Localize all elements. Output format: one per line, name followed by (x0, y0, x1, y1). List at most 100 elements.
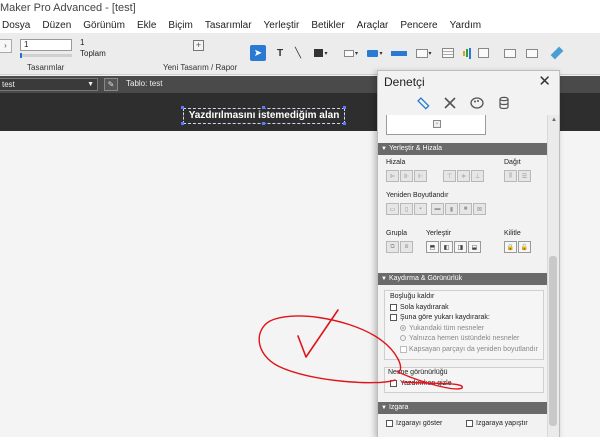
align-left-icon[interactable]: ⊫ (386, 170, 399, 182)
hide-when-printing-checkbox[interactable] (390, 380, 397, 387)
distribute-buttons: ⫼ ☰ (504, 170, 531, 182)
field-tool-icon[interactable]: ▾ (340, 45, 362, 61)
disclosure-triangle-icon: ▼ (381, 405, 387, 411)
menu-arrange[interactable]: Yerleştir (258, 20, 306, 31)
menu-edit[interactable]: Düzen (36, 20, 77, 31)
align-buttons: ⊫ ⊪ ⊩ (386, 170, 427, 182)
selection-handle[interactable] (262, 106, 265, 109)
layout-selector[interactable]: test ▼ (0, 78, 98, 91)
snap-to-grid-checkbox[interactable] (466, 420, 473, 427)
menu-scripts[interactable]: Betikler (305, 20, 350, 31)
record-slider-thumb[interactable] (20, 53, 22, 58)
shape-tool-icon[interactable]: ▾ (310, 45, 332, 61)
lock-buttons: 🔒 🔓 (504, 241, 531, 253)
record-number-input[interactable]: 1 (20, 39, 72, 51)
portal-tool-icon[interactable] (440, 45, 456, 61)
scroll-up-arrow-icon[interactable]: ▲ (551, 117, 557, 123)
slide-up-checkbox[interactable] (390, 314, 397, 321)
pointer-tool-icon[interactable]: ➤ (250, 45, 266, 61)
menu-layouts[interactable]: Tasarımlar (199, 20, 258, 31)
format-painter-icon[interactable] (550, 45, 564, 61)
bring-forward-icon[interactable]: ◧ (440, 241, 453, 253)
distribute-horizontal-icon[interactable]: ⫼ (504, 170, 517, 182)
new-layout-icon[interactable]: + (193, 40, 204, 51)
web-viewer-tool-icon[interactable] (476, 45, 490, 61)
popover-tool-icon[interactable] (502, 45, 518, 61)
record-slider[interactable] (20, 54, 72, 57)
inspector-scrollbar-thumb[interactable] (549, 256, 557, 426)
group-icon[interactable]: ⧉ (386, 241, 399, 253)
section-sliding-visibility[interactable]: ▼ Kaydırma & Görünürlük (378, 273, 548, 285)
next-record-button[interactable]: › (0, 39, 12, 53)
unlock-icon[interactable]: 🔓 (518, 241, 531, 253)
resize-label: Yeniden Boyutlandır (386, 192, 449, 199)
disclosure-triangle-icon: ▼ (381, 146, 387, 152)
ungroup-icon[interactable]: ⧈ (400, 241, 413, 253)
selection-handle[interactable] (343, 106, 346, 109)
resize-smallest-both-icon[interactable]: ▪ (414, 203, 427, 215)
menu-help[interactable]: Yardım (444, 20, 488, 31)
menu-format[interactable]: Biçim (162, 20, 198, 31)
chart-tool-icon[interactable] (460, 45, 474, 61)
menu-tools[interactable]: Araçlar (351, 20, 395, 31)
layouts-label: Tasarımlar (27, 63, 65, 72)
resize-smallest-width-icon[interactable]: ▭ (386, 203, 399, 215)
resize-enclosing-checkbox[interactable] (400, 346, 407, 353)
button-bar-tool-icon[interactable] (388, 45, 410, 61)
align-bottom-icon[interactable]: ⊥ (471, 170, 484, 182)
menu-view[interactable]: Görünüm (77, 20, 131, 31)
section-sliding-title: Kaydırma & Görünürlük (388, 275, 463, 282)
selection-handle[interactable] (181, 106, 184, 109)
record-count: 1 (80, 38, 85, 47)
section-grid[interactable]: ▼ Izgara (378, 402, 548, 414)
slide-control-tool-icon[interactable] (524, 45, 540, 61)
resize-largest-height-icon[interactable]: ▮ (445, 203, 458, 215)
section-arrange-title: Yerleştir & Hizala (388, 145, 442, 152)
text-tool-icon[interactable]: T (274, 45, 286, 61)
resize-smallest-height-icon[interactable]: ▯ (400, 203, 413, 215)
line-tool-icon[interactable]: ╲ (292, 45, 304, 61)
slide-left-checkbox[interactable] (390, 304, 397, 311)
tab-control-tool-icon[interactable]: ▾ (414, 45, 434, 61)
only-directly-above-radio[interactable] (400, 335, 406, 341)
menu-insert[interactable]: Ekle (131, 20, 162, 31)
inspector-content: ▫ ▼ Yerleştir & Hizala Hizala Dağıt ⊫ ⊪ ⊩… (378, 115, 548, 437)
table-label: Tablo: test (126, 79, 163, 88)
selection-handle[interactable] (262, 122, 265, 125)
resize-to-fit-icon[interactable]: ⊠ (473, 203, 486, 215)
snap-to-grid-label: Izgaraya yapıştır (476, 420, 528, 427)
autosize-anchor-icon[interactable]: ▫ (433, 120, 441, 128)
align-top-icon[interactable]: ⊤ (443, 170, 456, 182)
all-above-radio[interactable] (400, 325, 406, 331)
menu-bar: Dosya Düzen Görünüm Ekle Biçim Tasarımla… (0, 17, 600, 33)
styles-tools-icon[interactable] (442, 96, 458, 112)
appearance-palette-icon[interactable] (469, 96, 485, 112)
button-tool-icon[interactable]: ▾ (364, 45, 386, 61)
data-database-icon[interactable] (496, 96, 512, 112)
bring-to-front-icon[interactable]: ⬒ (426, 241, 439, 253)
send-backward-icon[interactable]: ◨ (454, 241, 467, 253)
menu-file[interactable]: Dosya (0, 20, 36, 31)
section-arrange-align[interactable]: ▼ Yerleştir & Hizala (378, 143, 548, 155)
resize-largest-buttons: ▬ ▮ ■ ⊠ (431, 203, 486, 215)
menu-window[interactable]: Pencere (394, 20, 443, 31)
resize-largest-both-icon[interactable]: ■ (459, 203, 472, 215)
resize-largest-width-icon[interactable]: ▬ (431, 203, 444, 215)
send-to-back-icon[interactable]: ⬓ (468, 241, 481, 253)
close-icon[interactable]: ✕ (538, 72, 551, 90)
disclosure-triangle-icon: ▼ (381, 276, 387, 282)
position-ruler-icon[interactable] (415, 96, 431, 112)
selection-handle[interactable] (343, 122, 346, 125)
align-right-icon[interactable]: ⊩ (414, 170, 427, 182)
inspector-tabs (378, 94, 561, 114)
show-grid-checkbox[interactable] (386, 420, 393, 427)
distribute-vertical-icon[interactable]: ☰ (518, 170, 531, 182)
align-center-icon[interactable]: ⊪ (400, 170, 413, 182)
total-label: Toplam (80, 49, 106, 58)
edit-layout-pencil-icon[interactable]: ✎ (104, 78, 118, 91)
show-grid-label: Izgarayı göster (396, 420, 443, 427)
align-middle-icon[interactable]: ≑ (457, 170, 470, 182)
lock-icon[interactable]: 🔒 (504, 241, 517, 253)
selection-handle[interactable] (181, 122, 184, 125)
inspector-panel: Denetçi ✕ ▫ ▼ Yerleştir & Hizala Hizala D… (377, 70, 560, 437)
